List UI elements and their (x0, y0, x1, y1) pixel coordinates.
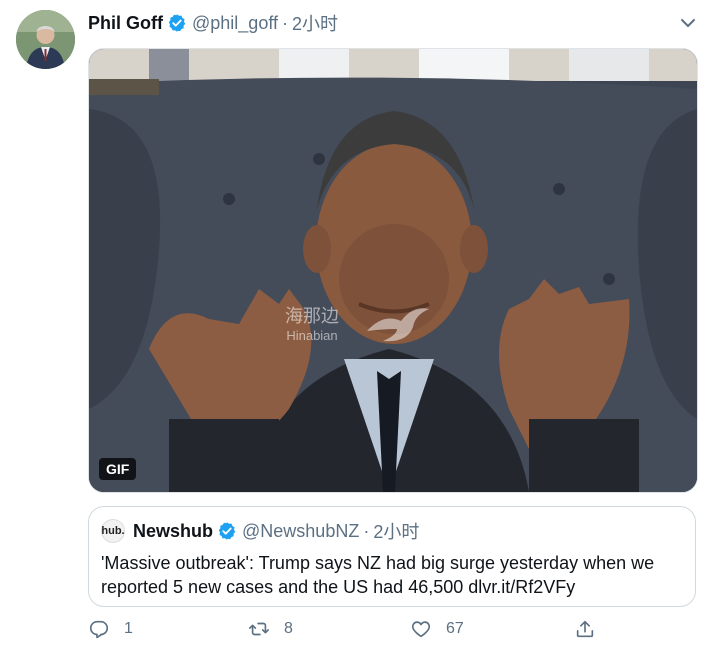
gif-frame-image (89, 49, 697, 492)
share-icon (576, 620, 594, 638)
reply-count: 1 (124, 620, 133, 637)
tweet-header: Phil Goff @phil_goff · 2小时 (88, 10, 338, 36)
quoted-tweet[interactable]: hub. Newshub @NewshubNZ · 2小时 'Massive o… (88, 506, 696, 607)
like-button[interactable]: 67 (410, 618, 464, 640)
watermark-en: Hinabian (286, 328, 338, 343)
separator-dot: · (363, 520, 370, 541)
avatar[interactable] (16, 10, 75, 69)
tweet: Phil Goff @phil_goff · 2小时 海那边 Hinabian … (0, 0, 716, 658)
separator-dot: · (282, 12, 289, 33)
watermark-bird-icon (367, 308, 429, 342)
timestamp[interactable]: 2小时 (292, 10, 338, 36)
author-handle[interactable]: @phil_goff (192, 13, 278, 34)
quoted-author-name: Newshub (133, 520, 214, 541)
chevron-down-icon[interactable] (676, 11, 700, 35)
like-icon (411, 621, 431, 638)
reply-button[interactable]: 1 (88, 618, 133, 640)
quoted-timestamp: 2小时 (373, 522, 420, 542)
quoted-tweet-header: hub. Newshub @NewshubNZ · 2小时 (101, 518, 419, 544)
like-count: 67 (446, 620, 464, 637)
retweet-count: 8 (284, 620, 293, 637)
gif-badge: GIF (99, 458, 137, 480)
quoted-avatar: hub. (101, 519, 125, 543)
quoted-tweet-text: 'Massive outbreak': Trump says NZ had bi… (101, 553, 655, 597)
author-name[interactable]: Phil Goff (88, 13, 163, 34)
gif-media[interactable]: 海那边 Hinabian GIF (88, 48, 698, 493)
watermark-cn: 海那边 (285, 306, 339, 326)
share-button[interactable] (574, 618, 610, 640)
quoted-author-handle: @NewshubNZ (242, 520, 360, 541)
retweet-button[interactable]: 8 (248, 618, 293, 640)
tweet-actions: 1 8 67 (88, 618, 696, 644)
verified-icon (218, 522, 236, 540)
verified-icon (168, 14, 186, 32)
retweet-icon (249, 622, 269, 636)
reply-icon (89, 620, 109, 639)
watermark: 海那边 Hinabian (285, 307, 339, 345)
